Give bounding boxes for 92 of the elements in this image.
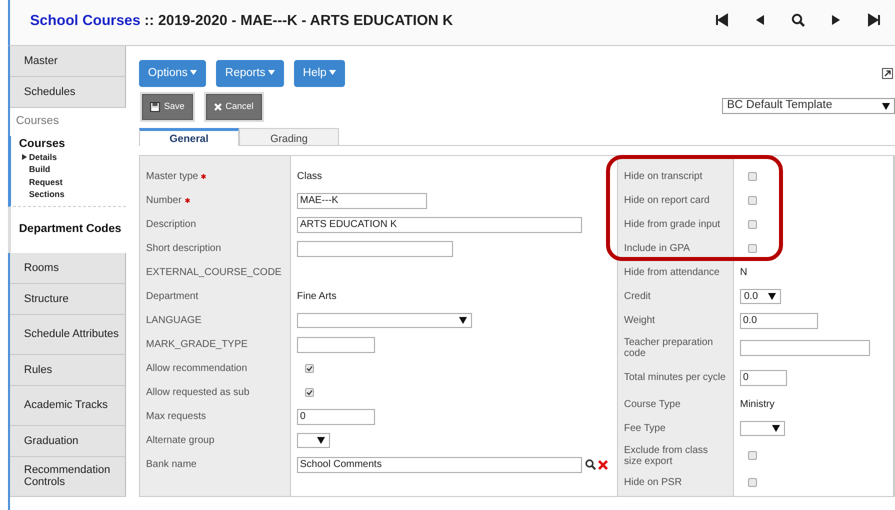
field-label: Hide from attendance	[624, 266, 721, 280]
sidebar-item[interactable]: Courses	[19, 138, 126, 151]
caret-icon	[768, 293, 776, 300]
sidebar-heading: Courses	[15, 114, 60, 130]
text-input[interactable]	[297, 240, 453, 257]
first-record-icon[interactable]	[715, 13, 729, 27]
field-label: Max requests	[146, 410, 206, 424]
caret-icon	[772, 425, 780, 432]
field-label: Hide on report card	[624, 194, 711, 208]
menu-button[interactable]: Reports	[216, 60, 284, 88]
save-button[interactable]: Save	[142, 94, 193, 120]
cancel-button[interactable]: Cancel	[206, 94, 262, 120]
sidebar-tab[interactable]: Rooms	[10, 252, 126, 284]
field-label: Course Type	[624, 398, 682, 412]
text-input[interactable]: MAE---K	[297, 192, 427, 209]
field-label: Allow recommendation	[146, 362, 248, 376]
field-label: Description	[146, 218, 196, 232]
field-label: Total minutes per cycle	[624, 371, 727, 386]
text-input[interactable]: 0	[740, 370, 787, 386]
sidebar-tab[interactable]: Recommendation Controls	[10, 456, 126, 497]
sidebar-subitem[interactable]: Details	[29, 150, 57, 164]
page-title: School Courses :: 2019-2020 - MAE---K - ARTS EDUCATION K	[30, 12, 453, 31]
caret-icon	[317, 437, 325, 444]
field-label: EXTERNAL_COURSE_CODE	[146, 266, 282, 280]
popout-icon[interactable]	[882, 68, 892, 80]
dropdown[interactable]	[740, 421, 785, 436]
field-label: Credit	[624, 290, 652, 304]
last-record-icon[interactable]	[867, 13, 881, 27]
field-label: Number	[146, 188, 190, 213]
module-link[interactable]: School Courses	[30, 13, 140, 29]
menu-button[interactable]: Options	[139, 60, 206, 88]
field-label: Include in GPA	[624, 242, 691, 256]
field-label: Teacher preparation code	[624, 336, 714, 361]
text-input[interactable]	[297, 336, 375, 353]
caret-icon	[190, 70, 198, 76]
template-select[interactable]: BC Default Template	[722, 98, 895, 114]
field-label: Bank name	[146, 458, 197, 472]
tab[interactable]: General	[139, 128, 239, 146]
sidebar-tab[interactable]: Graduation	[10, 426, 126, 457]
caret-icon	[459, 317, 467, 324]
field-label: Exclude from class size export	[624, 444, 709, 469]
close-icon	[214, 103, 222, 111]
field-value: Fine Arts	[297, 290, 336, 304]
checkbox[interactable]	[748, 478, 757, 488]
text-input[interactable]	[740, 340, 870, 356]
text-input[interactable]: 0	[297, 408, 375, 425]
field-label: Alternate group	[146, 434, 214, 448]
search-icon[interactable]	[791, 13, 805, 27]
sidebar-tab[interactable]: Schedules	[10, 77, 126, 108]
field-value: Ministry	[740, 398, 774, 412]
text-input[interactable]: School Comments	[297, 456, 582, 473]
field-label: LANGUAGE	[146, 314, 202, 328]
tab[interactable]: Grading	[239, 128, 339, 145]
field-label: Fee Type	[624, 422, 667, 436]
dropdown[interactable]	[297, 433, 330, 448]
checkbox[interactable]	[305, 364, 314, 374]
dropdown[interactable]: 0.0	[740, 289, 781, 304]
field-label: Master type	[146, 164, 206, 189]
sidebar-tab[interactable]: Academic Tracks	[10, 386, 126, 426]
checkbox[interactable]	[748, 244, 757, 254]
required-icon	[201, 174, 206, 180]
sidebar-tab[interactable]: Structure	[10, 284, 126, 315]
sidebar-subitem[interactable]: Build	[29, 163, 50, 176]
caret-icon	[329, 70, 336, 76]
field-value: N	[740, 266, 748, 280]
field-label: Hide on PSR	[624, 476, 683, 490]
sidebar-subitem[interactable]: Sections	[29, 188, 64, 201]
field-label: Hide from grade input	[624, 218, 722, 232]
checkbox[interactable]	[748, 172, 757, 182]
sidebar-tab[interactable]: Master	[10, 46, 126, 77]
checkbox[interactable]	[748, 220, 757, 230]
clear-icon[interactable]	[598, 460, 608, 470]
text-input[interactable]: 0.0	[740, 312, 818, 329]
search-icon[interactable]	[584, 459, 596, 470]
checkbox[interactable]	[748, 451, 757, 460]
checkbox[interactable]	[748, 196, 757, 206]
caret-icon	[268, 70, 275, 76]
sidebar-tab[interactable]: Rules	[10, 354, 126, 386]
field-label: Hide on transcript	[624, 170, 704, 184]
caret-icon	[882, 102, 890, 110]
sidebar-tab[interactable]: Schedule Attributes	[10, 314, 126, 355]
required-icon	[184, 198, 190, 204]
text-input[interactable]: ARTS EDUCATION K	[297, 216, 582, 233]
field-label: Weight	[624, 314, 656, 328]
field-label: MARK_GRADE_TYPE	[146, 338, 248, 352]
field-value: Class	[297, 170, 322, 184]
sidebar-subitem[interactable]: Request	[29, 176, 63, 188]
field-label: Allow requested as sub	[146, 386, 250, 400]
field-label: Department	[146, 290, 198, 304]
menu-button[interactable]: Help	[294, 60, 346, 88]
checkbox[interactable]	[305, 388, 314, 398]
field-label: Short description	[146, 242, 222, 256]
